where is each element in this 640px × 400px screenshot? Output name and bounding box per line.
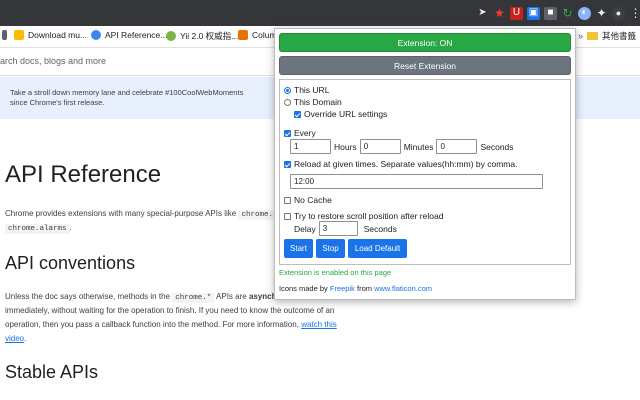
extension-toggle-button[interactable]: Extension: ON [279,33,571,52]
stop-button[interactable]: Stop [316,239,345,258]
bookmark-star-icon[interactable]: ★ [493,7,506,20]
scope-label: This Domain [294,97,342,107]
download-icon [14,30,24,40]
minutes-label: Minutes [403,141,434,152]
bookmark-item[interactable]: API Reference... [91,30,167,40]
watch-video-link[interactable]: watch this [301,320,337,329]
auto-refresh-extension-icon[interactable]: ◐ [578,6,591,20]
scope-option-this-url[interactable]: This URL [284,85,329,95]
reload-times-input[interactable]: 12:00 [290,174,543,189]
chevron-right-icon: » [577,31,583,41]
intro-code-alarms: chrome.alarms [5,224,70,234]
extensions-puzzle-icon[interactable]: ✦ [595,7,608,20]
bookmark-item[interactable]: Yii 2.0 权威指... [166,30,238,42]
delay-row: Delay 3 Seconds [294,221,397,236]
scope-option-this-domain[interactable]: This Domain [284,97,342,107]
conv-code: chrome.* [172,293,215,303]
reload-times-checkbox[interactable] [284,160,291,168]
conv-bold: asynch [248,292,277,301]
start-button[interactable]: Start [284,239,313,258]
hours-input[interactable]: 1 [290,139,331,154]
settings-panel: This URL This Domain Override URL settin… [279,79,571,265]
intro-text: Chrome provides extensions with many spe… [5,209,237,218]
delay-unit-label: Seconds [363,223,397,234]
every-label: Every [294,128,316,138]
status-text: Extension is enabled on this page [279,268,392,277]
dark-extension-icon[interactable]: ■ [544,6,557,20]
no-cache-option[interactable]: No Cache [284,195,332,205]
intro-paragraph: Chrome provides extensions with many spe… [5,207,280,222]
reload-times-option[interactable]: Reload at given times. Separate values(h… [284,159,517,169]
share-icon[interactable]: ➤ [476,7,489,20]
banner-text: Take a stroll down memory lane and celeb… [10,88,244,107]
bookmark-label: Colum [252,30,277,40]
credits-prefix: Icons made by [279,284,328,293]
bookmark-icon [2,30,7,40]
reset-extension-button[interactable]: Reset Extension [279,56,571,75]
seconds-label: Seconds [480,141,514,152]
section-heading-conventions: API conventions [5,253,136,273]
flaticon-link[interactable]: www.flaticon.com [374,284,432,293]
blue-extension-icon[interactable]: ▣ [527,6,540,20]
extension-icons: ➤ ★ U ▣ ■ ↻ ◐ ✦ ● ⋮ [476,0,640,26]
no-cache-checkbox[interactable] [284,196,291,204]
section-heading-stable-apis: Stable APIs [5,362,99,382]
page-title: API Reference [5,161,162,188]
intro-end: . [69,223,72,232]
delay-input[interactable]: 3 [318,221,358,236]
bookmark-item[interactable]: Colum [238,30,277,40]
seconds-input[interactable]: 0 [436,139,478,154]
every-checkbox[interactable] [284,129,291,137]
column-icon [238,30,248,40]
bookmark-label: Download mu... [28,30,88,40]
override-label: Override URL settings [304,109,388,119]
search-placeholder: arch docs, blogs and more [0,56,107,66]
conventions-line2: immediately, without waiting for the ope… [5,306,335,315]
credits-from: from [356,284,372,293]
no-cache-label: No Cache [294,195,332,205]
scope-label: This URL [294,85,330,95]
other-bookmarks[interactable]: » 其他書籤 [578,30,636,42]
bookmark-item[interactable]: Download mu... [14,30,87,40]
conv-text: Unless the doc says otherwise, methods i… [5,292,170,301]
load-default-button[interactable]: Load Default [348,239,407,258]
auto-refresh-popup: Extension: ON Reset Extension This URL T… [274,28,576,300]
delay-label: Delay [294,223,316,234]
yii-icon [166,31,176,41]
freepik-link[interactable]: Freepik [330,284,355,293]
reload-times-row: 12:00 [290,174,543,189]
radio-this-domain[interactable] [284,98,291,106]
bookmark-label: Yii 2.0 权威指... [180,31,239,41]
bookmark-label: API Reference... [105,30,168,40]
folder-icon [586,32,598,40]
intro-paragraph-line2: chrome.alarms. [5,221,72,236]
profile-avatar-icon[interactable]: ● [612,6,625,20]
interval-row: 1 Hours 0 Minutes 0 Seconds [290,139,514,154]
hours-label: Hours [334,141,357,152]
video-link[interactable]: video [5,334,24,343]
conventions-line4: video. [5,332,26,345]
conv-end: . [24,334,27,343]
restore-scroll-checkbox[interactable] [284,212,291,220]
reload-times-label: Reload at given times. Separate values(h… [294,159,518,169]
shield-extension-icon[interactable]: U [510,6,523,20]
radio-this-url[interactable] [284,86,291,94]
menu-kebab-icon[interactable]: ⋮ [629,7,640,20]
conv-text: operation, then you pass a callback func… [5,320,299,329]
other-bookmarks-label: 其他書籤 [601,31,636,41]
every-option[interactable]: Every [284,128,316,138]
browser-toolbar: ➤ ★ U ▣ ■ ↻ ◐ ✦ ● ⋮ [0,0,640,26]
minutes-input[interactable]: 0 [359,139,401,154]
conventions-line3: operation, then you pass a callback func… [5,318,337,331]
override-url-settings[interactable]: Override URL settings [294,109,387,119]
override-checkbox[interactable] [294,110,301,118]
bookmark-item[interactable] [2,30,7,40]
icon-credits: Icons made by Freepik from www.flaticon.… [279,284,432,293]
conv-text: APIs are [216,292,247,301]
chrome-icon [91,30,101,40]
intro-code: chrome. [238,210,276,220]
restore-scroll-label: Try to restore scroll position after rel… [294,211,444,221]
restore-scroll-option[interactable]: Try to restore scroll position after rel… [284,211,443,221]
refresh-extension-icon[interactable]: ↻ [561,7,574,20]
